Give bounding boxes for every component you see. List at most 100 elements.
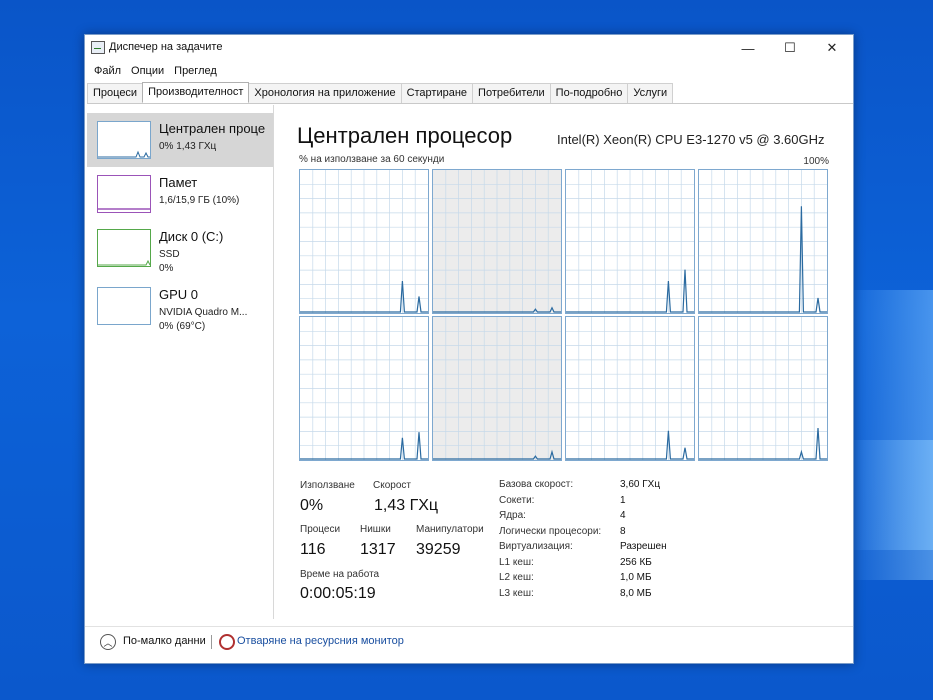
spec-value: 4 (620, 510, 626, 521)
spec-row-virtualization: Виртуализация: Разрешен (499, 541, 749, 557)
sidebar-disk-title: Диск 0 (C:) (159, 229, 224, 244)
sidebar-cpu-title: Централен проце (159, 121, 266, 136)
tab-startup[interactable]: Стартиране (400, 83, 474, 103)
spec-row-base-speed: Базова скорост: 3,60 ГХц (499, 479, 749, 495)
sidebar-disk-usage: 0% (159, 263, 174, 274)
tab-strip: Процеси Производителност Хронология на п… (87, 82, 853, 104)
sidebar-memory-usage: 1,6/15,9 ГБ (10%) (159, 195, 240, 206)
sidebar-memory-title: Памет (159, 175, 198, 190)
cpu-core-chart-0 (300, 170, 428, 313)
page-title: Централен процесор (297, 123, 513, 148)
spec-key: Базова скорост: (499, 479, 574, 490)
spec-value: Разрешен (620, 541, 667, 552)
cpu-core-chart-7 (699, 317, 827, 460)
spec-key: Виртуализация: (499, 541, 573, 552)
cpu-core-graph-4 (299, 316, 429, 461)
cpu-live-stats: Използване 0% Скорост 1,43 ГХц Процеси 1… (300, 480, 510, 610)
spec-key: L2 кеш: (499, 572, 534, 583)
sidebar-gpu-usage: 0% (69°C) (159, 321, 206, 332)
close-button[interactable]: ✕ (811, 35, 853, 61)
sidebar-gpu-model: NVIDIA Quadro M... (159, 307, 248, 318)
cpu-core-chart-5 (433, 317, 561, 460)
spec-value: 8 (620, 525, 626, 537)
task-manager-app-icon (91, 41, 105, 54)
window-title: Диспечер на задачите (109, 41, 223, 53)
spec-value: 1,0 МБ (620, 572, 652, 583)
stat-utilization-label: Използване (300, 480, 355, 491)
stat-speed-value: 1,43 ГХц (374, 497, 439, 514)
utilization-caption: % на използване за 60 секунди (299, 154, 445, 165)
tab-processes[interactable]: Процеси (87, 83, 144, 103)
tab-users[interactable]: Потребители (472, 83, 551, 103)
footer-bar: ︿ По-малко данни Отваряне на ресурсния м… (85, 626, 853, 657)
memory-thumbnail-graph (97, 175, 151, 213)
cpu-core-chart-2 (566, 170, 694, 313)
spec-row-cores: Ядра: 4 (499, 510, 749, 526)
sidebar-item-cpu[interactable]: Централен проце 0% 1,43 ГХц (87, 113, 273, 167)
cpu-thumbnail-graph (97, 121, 151, 159)
sidebar-item-disk[interactable]: Диск 0 (C:) SSD 0% (87, 221, 273, 275)
spec-key: Ядра: (499, 510, 526, 521)
resource-sidebar: Централен проце 0% 1,43 ГХц Памет 1,6/15… (87, 105, 274, 619)
cpu-model-name: Intel(R) Xeon(R) CPU E3-1270 v5 @ 3.60GH… (557, 132, 825, 147)
spec-row-l1-cache: L1 кеш: 256 КБ (499, 557, 749, 573)
footer-separator (211, 635, 212, 649)
spec-row-logical-processors: Логически процесори: 8 (499, 526, 749, 542)
spec-key: Логически процесори: (499, 525, 602, 537)
stat-speed-label: Скорост (373, 480, 411, 491)
tab-performance[interactable]: Производителност (142, 82, 250, 102)
stat-handles-value: 39259 (416, 541, 461, 558)
tab-app-history[interactable]: Хронология на приложение (248, 83, 402, 103)
stat-processes-value: 116 (300, 541, 326, 558)
menu-file[interactable]: Файл (89, 63, 126, 81)
gpu-thumbnail-graph (97, 287, 151, 325)
memory-thumbnail-chart (98, 208, 150, 210)
stat-processes-label: Процеси (300, 524, 341, 535)
resource-monitor-icon[interactable] (219, 634, 235, 650)
cpu-core-chart-3 (699, 170, 827, 313)
max-percent-label: 100% (803, 156, 829, 167)
logical-processor-graphs (299, 169, 828, 461)
fewer-details-link[interactable]: По-малко данни (123, 635, 206, 647)
cpu-core-graph-5 (432, 316, 562, 461)
menu-options[interactable]: Опции (126, 63, 169, 81)
spec-value: 3,60 ГХц (620, 479, 661, 490)
cpu-core-chart-1 (433, 170, 561, 313)
window-controls: — ☐ ✕ (727, 35, 853, 61)
desktop-light-beam-lower (843, 440, 933, 580)
sidebar-cpu-usage: 0% 1,43 ГХц (159, 141, 217, 152)
sidebar-item-gpu[interactable]: GPU 0 NVIDIA Quadro M... 0% (69°C) (87, 279, 273, 333)
spec-value: 8,0 МБ (620, 587, 652, 599)
tab-details[interactable]: По-подробно (549, 83, 629, 103)
tab-services[interactable]: Услуги (627, 83, 674, 103)
spec-key: L1 кеш: (499, 556, 534, 568)
spec-row-l3-cache: L3 кеш: 8,0 МБ (499, 588, 749, 604)
sidebar-disk-type: SSD (159, 249, 180, 260)
chevron-up-icon[interactable]: ︿ (100, 634, 116, 650)
cpu-core-graph-2 (565, 169, 695, 314)
stat-handles-label: Манипулатори (416, 524, 484, 535)
cpu-core-graph-7 (698, 316, 828, 461)
disk-thumbnail-graph (97, 229, 151, 267)
disk-thumbnail-chart (98, 259, 151, 266)
cpu-thumbnail-line (98, 150, 150, 158)
spec-row-l2-cache: L2 кеш: 1,0 МБ (499, 572, 749, 588)
menu-view[interactable]: Преглед (169, 63, 222, 81)
cpu-core-graph-6 (565, 316, 695, 461)
spec-row-sockets: Сокети: 1 (499, 495, 749, 511)
stat-uptime-value: 0:00:05:19 (300, 585, 376, 602)
cpu-core-chart-4 (300, 317, 428, 460)
open-resource-monitor-link[interactable]: Отваряне на ресурсния монитор (237, 635, 404, 647)
disk-thumbnail-line (98, 259, 151, 266)
cpu-spec-table: Базова скорост: 3,60 ГХц Сокети: 1 Ядра:… (499, 479, 749, 603)
maximize-button[interactable]: ☐ (769, 35, 811, 61)
stat-threads-value: 1317 (360, 541, 396, 558)
spec-value: 256 КБ (620, 556, 652, 568)
spec-key: L3 кеш: (499, 587, 534, 599)
spec-key: Сокети: (499, 494, 535, 506)
stat-uptime-label: Време на работа (300, 569, 380, 580)
sidebar-item-memory[interactable]: Памет 1,6/15,9 ГБ (10%) (87, 167, 273, 221)
cpu-core-graph-3 (698, 169, 828, 314)
title-bar[interactable]: Диспечер на задачите — ☐ ✕ (85, 35, 853, 61)
minimize-button[interactable]: — (727, 35, 769, 61)
